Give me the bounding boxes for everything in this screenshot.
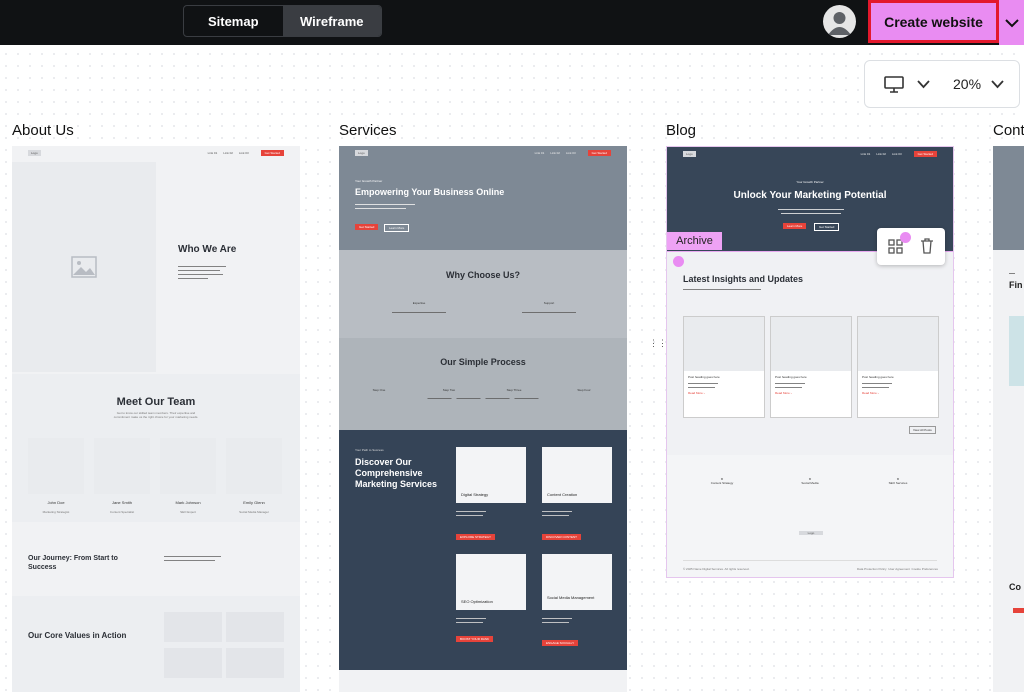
services-page-preview[interactable]: Logo Link 01 Link 02 Link 03 Get Started You…	[339, 146, 627, 692]
device-zoom-panel: 20%	[864, 60, 1020, 108]
user-icon	[828, 12, 851, 35]
member-role: SEO Expert	[180, 510, 196, 514]
member-name: Mark Johnson	[175, 500, 201, 505]
values-heading: Our Core Values in Action	[28, 631, 127, 640]
top-bar: Sitemap Wireframe Create website	[0, 0, 1024, 45]
chevron-down-icon[interactable]	[999, 0, 1024, 45]
why-section: Why Choose Us? Expertise Support ▬▬▬▬▬▬▬…	[339, 250, 627, 338]
desktop-icon[interactable]	[884, 76, 904, 93]
discover-heading: Discover Our Comprehensive Marketing Ser…	[355, 457, 438, 489]
view-all-button[interactable]: View All Posts	[909, 426, 936, 434]
view-toggle: Sitemap Wireframe	[183, 5, 382, 37]
post-card[interactable]: Post heading goes here ▬▬▬▬▬▬▬▬▬▬ ▬▬▬▬▬▬▬…	[857, 316, 939, 418]
avatar[interactable]	[823, 5, 856, 38]
why-heading: Why Choose Us?	[445, 270, 520, 280]
blog-page-preview[interactable]: Logo Link 01 Link 02 Link 03 Get Started You…	[666, 146, 954, 578]
page-title-blog[interactable]: Blog	[666, 122, 696, 139]
about-page-preview[interactable]: Logo Link 01 Link 02 Link 03 Get Started W…	[12, 146, 300, 692]
values-section: Our Core Values in Action	[12, 596, 300, 692]
mini-links: Link 01 Link 02 Link 03	[207, 151, 249, 155]
create-website-button[interactable]: Create website	[868, 0, 999, 43]
process-section: Our Simple Process Step One Step Two Ste…	[339, 338, 627, 430]
drag-dot[interactable]	[900, 232, 911, 243]
team-heading: Meet Our Team	[116, 396, 196, 408]
chevron-down-icon[interactable]	[917, 80, 930, 89]
team-photo	[226, 438, 282, 494]
tab-wireframe[interactable]: Wireframe	[282, 6, 381, 36]
drag-handle-icon[interactable]: ⋮⋮	[649, 339, 667, 348]
archive-label[interactable]: Archive	[667, 232, 722, 250]
image-placeholder	[12, 162, 156, 372]
trash-icon[interactable]	[920, 238, 934, 254]
marketing-services-section: Your Path to Success Discover Our Compre…	[339, 430, 627, 670]
services-hero: Logo Link 01 Link 02 Link 03 Get Started You…	[339, 146, 627, 250]
page-title-contact[interactable]: Cont	[993, 122, 1024, 139]
team-photo	[160, 438, 216, 494]
who-heading: Who We Are	[178, 244, 237, 255]
member-name: Jane Smith	[111, 500, 132, 505]
image-icon	[71, 256, 97, 278]
member-role: Marketing Strategist	[42, 510, 70, 514]
drag-dot[interactable]	[673, 256, 684, 267]
section-toolbar	[877, 228, 945, 265]
team-subtext: Get to know our skilled team members. Th…	[113, 411, 199, 419]
member-name: Emily Glenn	[243, 500, 265, 505]
archive-section[interactable]: Latest Insights and Updates ▬▬▬▬▬▬▬▬▬▬▬▬…	[667, 251, 953, 455]
post-card[interactable]: Post heading goes here ▬▬▬▬▬▬▬▬▬▬ ▬▬▬▬▬▬▬…	[770, 316, 852, 418]
blog-footer: ★ Content Strategy ★ Social Media ★ SEO Ser…	[667, 455, 953, 577]
page-title-about[interactable]: About Us	[12, 122, 74, 139]
journey-heading: Our Journey: From Start to Success	[28, 555, 118, 571]
zoom-level[interactable]: 20%	[953, 76, 981, 92]
member-role: Social Media Manager	[239, 510, 269, 514]
team-photo	[94, 438, 150, 494]
page-title-services[interactable]: Services	[339, 122, 397, 139]
tab-sitemap[interactable]: Sitemap	[184, 6, 283, 36]
mini-navbar: Logo Link 01 Link 02 Link 03 Get Started	[12, 146, 300, 160]
process-heading: Our Simple Process	[440, 357, 526, 367]
team-section: Meet Our Team Get to know our skilled te…	[12, 374, 300, 522]
contact-page-preview[interactable]: ▬▬ Fin Co	[993, 146, 1024, 692]
member-role: Content Specialist	[109, 510, 135, 514]
post-card[interactable]: Post heading goes here ▬▬▬▬▬▬▬▬▬▬ ▬▬▬▬▬▬▬…	[683, 316, 765, 418]
latest-heading: Latest Insights and Updates	[683, 274, 804, 284]
blog-hero-title: Unlock Your Marketing Potential	[733, 190, 887, 201]
chevron-down-icon[interactable]	[991, 80, 1004, 89]
services-hero-title: Empowering Your Business Online	[355, 187, 505, 197]
mini-cta: Get Started	[260, 150, 284, 156]
mini-logo: Logo	[28, 150, 41, 156]
team-photo	[28, 438, 84, 494]
member-name: John Doe	[47, 500, 65, 505]
